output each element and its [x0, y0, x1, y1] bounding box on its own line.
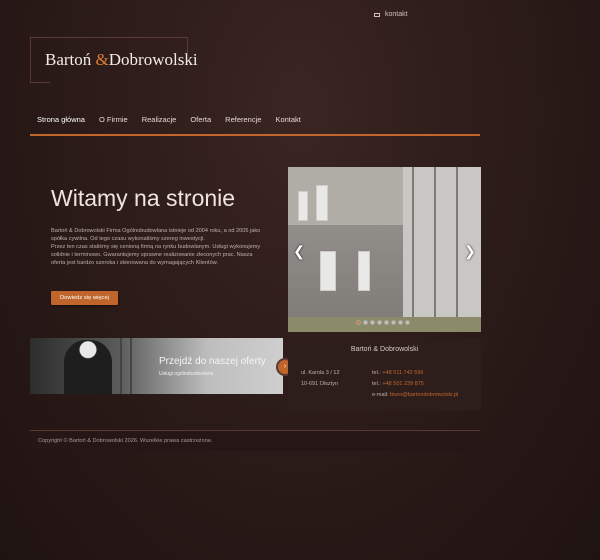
slider-pagination	[356, 320, 410, 325]
envelope-icon	[374, 12, 380, 17]
contact-box: Bartoń & Dobrowolski ul. Karola 3 / 12 1…	[288, 338, 481, 411]
banner-scaffold-pole	[120, 338, 122, 394]
nav-item-about[interactable]: O Firmie	[92, 110, 135, 131]
slider-dot[interactable]	[391, 320, 396, 325]
banner-scaffold-pole	[130, 338, 132, 394]
slide-window	[316, 185, 328, 221]
footer-copyright: Copyright © Bartoń & Dobrowolski 2026. W…	[38, 438, 213, 444]
slide-scaffold	[434, 167, 436, 332]
intro-text: Bartoń & Dobrowolski Firma Ogólnobudowla…	[51, 227, 266, 267]
learn-more-button[interactable]: Dowiedz się więcej	[51, 291, 118, 305]
slider-dot[interactable]	[356, 320, 361, 325]
slider-dot[interactable]	[405, 320, 410, 325]
slider-next-arrow[interactable]: ❯	[463, 243, 477, 259]
slider-dot[interactable]	[377, 320, 382, 325]
contact-phone-2: tel.: +48 501 239 875	[372, 381, 424, 387]
offer-banner[interactable]: Przejdź do naszej oferty Usługi ogólnobu…	[30, 338, 283, 394]
contact-address-line1: ul. Karola 3 / 12	[301, 370, 340, 376]
slider-dot[interactable]	[363, 320, 368, 325]
slider-prev-arrow[interactable]: ❮	[292, 243, 306, 259]
logo-frame-top	[30, 37, 188, 38]
logo-name-1: Bartoń	[45, 50, 96, 69]
slide-scaffold	[456, 167, 458, 332]
logo-name-2: Dobrowolski	[108, 50, 198, 69]
intro-paragraph: Bartoń & Dobrowolski Firma Ogólnobudowla…	[51, 228, 261, 242]
nav-item-contact[interactable]: Kontakt	[268, 110, 307, 131]
main-nav: Strona główna O Firmie Realizacje Oferta…	[30, 110, 480, 136]
phone-number-1[interactable]: +48 511 742 596	[382, 370, 423, 376]
contact-phone-1: tel.: +48 511 742 596	[372, 370, 423, 376]
logo-frame-left	[30, 37, 31, 83]
logo[interactable]: Bartoń &Dobrowolski	[30, 37, 198, 83]
slide-window	[298, 191, 308, 221]
logo-frame-bottom	[30, 82, 50, 83]
email-link[interactable]: biuro@bartondobrowolski.pl	[390, 392, 458, 398]
nav-item-home[interactable]: Strona główna	[30, 110, 92, 131]
top-contact-label: kontakt	[385, 11, 408, 18]
logo-ampersand: &	[95, 50, 109, 69]
slider-dot[interactable]	[384, 320, 389, 325]
nav-item-projects[interactable]: Realizacje	[135, 110, 184, 131]
nav-item-references[interactable]: Referencje	[218, 110, 268, 131]
phone-label: tel.:	[372, 381, 381, 387]
top-contact-link[interactable]: kontakt	[374, 11, 408, 18]
slide-scaffold	[412, 167, 414, 332]
footer: Copyright © Bartoń & Dobrowolski 2026. W…	[30, 431, 480, 451]
intro-paragraph: Przez ten czas staliśmy się cenioną firm…	[51, 244, 261, 266]
contact-address-line2: 10-691 Olsztyn	[301, 381, 338, 387]
logo-text: Bartoń &Dobrowolski	[45, 50, 198, 70]
email-label: e-mail:	[372, 392, 389, 398]
offer-title: Przejdź do naszej oferty	[159, 356, 266, 367]
contact-title: Bartoń & Dobrowolski	[350, 346, 419, 353]
page-title: Witamy na stronie	[51, 185, 236, 211]
contact-email: e-mail: biuro@bartondobrowolski.pl	[372, 392, 458, 398]
slide-window	[358, 251, 370, 291]
image-slider[interactable]	[288, 167, 481, 332]
slide-window	[320, 251, 336, 291]
worker-image	[64, 340, 112, 394]
nav-divider	[30, 134, 480, 136]
phone-number-2[interactable]: +48 501 239 875	[382, 381, 423, 387]
offer-subtitle: Usługi ogólnobudowlane.	[159, 371, 215, 377]
slider-dot[interactable]	[398, 320, 403, 325]
slider-dot[interactable]	[370, 320, 375, 325]
nav-item-offer[interactable]: Oferta	[183, 110, 218, 131]
phone-label: tel.:	[372, 370, 381, 376]
